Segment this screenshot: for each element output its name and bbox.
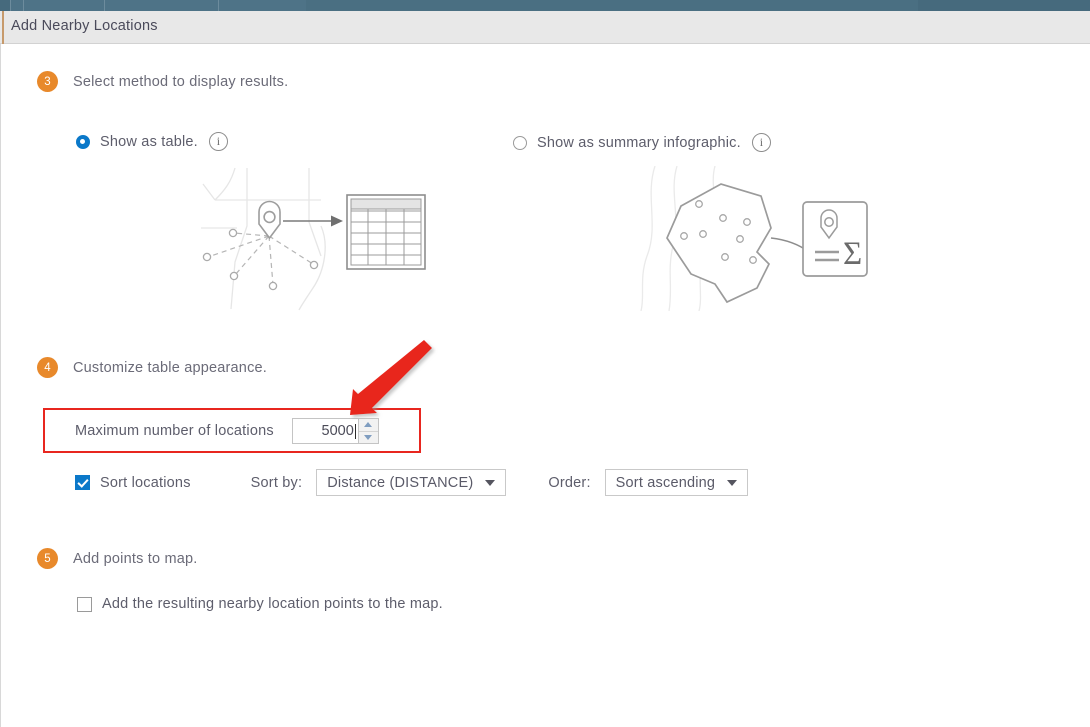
chrome-divider: [10, 0, 11, 11]
max-locations-label: Maximum number of locations: [75, 423, 274, 439]
header-accent-stripe: [2, 11, 4, 44]
chrome-segment: [306, 0, 918, 11]
max-locations-row: Maximum number of locations 5000: [75, 418, 379, 444]
sort-locations-checkbox[interactable]: [75, 475, 90, 490]
polygon-to-summary-card-illustration: Σ: [629, 165, 879, 316]
step-3-header: 3 Select method to display results.: [37, 71, 288, 92]
add-points-checkbox[interactable]: [77, 596, 92, 612]
application-chrome-bar: [0, 0, 1090, 11]
stepper-buttons[interactable]: [357, 418, 379, 444]
spinner-up-arrow-icon[interactable]: [358, 419, 378, 432]
radio-show-as-table[interactable]: [76, 134, 90, 149]
chrome-divider: [218, 0, 219, 11]
chrome-divider: [23, 0, 24, 11]
chevron-down-icon: [485, 479, 496, 486]
sort-locations-label: Sort locations: [100, 474, 191, 491]
dialog-title: Add Nearby Locations: [11, 18, 158, 34]
add-points-row[interactable]: Add the resulting nearby location points…: [77, 596, 443, 612]
step-5-badge: 5: [37, 548, 58, 569]
max-locations-stepper[interactable]: 5000: [291, 418, 379, 444]
chrome-segment: [0, 0, 10, 11]
dialog-header: Add Nearby Locations: [0, 11, 1090, 44]
dialog-body: 3 Select method to display results. Show…: [0, 44, 1090, 727]
step-3-badge: 3: [37, 71, 58, 92]
radio-show-as-infographic-label: Show as summary infographic.: [537, 134, 741, 151]
max-locations-input[interactable]: 5000: [291, 418, 358, 444]
order-value: Sort ascending: [615, 474, 716, 491]
order-label: Order:: [548, 474, 591, 491]
step-5-label: Add points to map.: [73, 550, 198, 567]
step-4-badge: 4: [37, 357, 58, 378]
spinner-down-arrow-icon[interactable]: [359, 432, 378, 444]
step-5-header: 5 Add points to map.: [37, 548, 198, 569]
radio-option-show-as-infographic[interactable]: Show as summary infographic. i: [513, 133, 771, 152]
info-icon[interactable]: i: [208, 132, 228, 151]
chrome-active-segment: [918, 0, 1090, 11]
sort-options-row: Sort locations Sort by: Distance (DISTAN…: [75, 469, 749, 496]
radio-show-as-table-label: Show as table.: [100, 133, 198, 150]
radio-show-as-infographic[interactable]: [513, 135, 527, 150]
text-cursor: [354, 423, 356, 439]
max-locations-value: 5000: [321, 423, 354, 439]
step-3-label: Select method to display results.: [73, 73, 289, 90]
step-4-label: Customize table appearance.: [73, 359, 268, 376]
chrome-divider: [104, 0, 105, 11]
sort-by-label: Sort by:: [250, 474, 303, 491]
radio-option-show-as-table[interactable]: Show as table. i: [76, 132, 228, 151]
order-dropdown[interactable]: Sort ascending: [604, 469, 749, 496]
info-icon[interactable]: i: [751, 133, 771, 152]
sort-by-value: Distance (DISTANCE): [327, 474, 474, 491]
chevron-down-icon: [727, 479, 738, 486]
step-4-header: 4 Customize table appearance.: [37, 357, 267, 378]
map-pin-to-table-illustration: [201, 166, 451, 316]
add-points-label: Add the resulting nearby location points…: [102, 596, 443, 612]
sort-by-dropdown[interactable]: Distance (DISTANCE): [316, 469, 507, 496]
sigma-icon: Σ: [843, 236, 862, 272]
